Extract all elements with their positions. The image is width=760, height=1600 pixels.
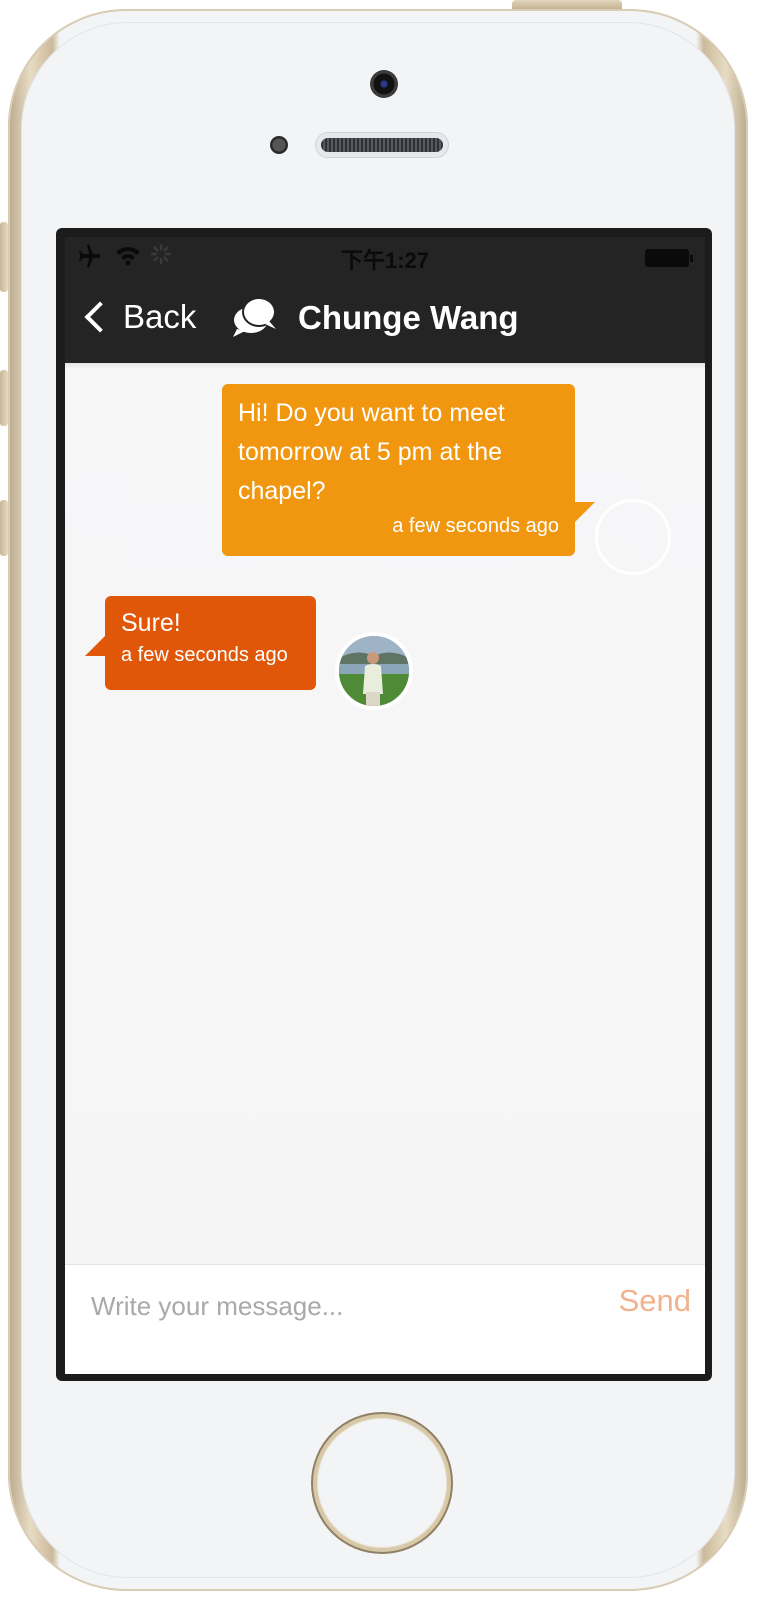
status-time: 下午1:27 bbox=[340, 248, 430, 273]
message-timestamp: a few seconds ago bbox=[392, 515, 559, 537]
message-text: Sure! bbox=[121, 609, 181, 637]
avatar-photo-icon bbox=[339, 636, 409, 706]
back-button[interactable]: Back bbox=[79, 293, 196, 341]
contact-avatar[interactable] bbox=[335, 632, 413, 710]
status-bar: 下午1:27 bbox=[65, 237, 705, 275]
message-text: Hi! Do you want to meet tomorrow at 5 pm… bbox=[238, 399, 505, 505]
incoming-message-bubble: Sure! a few seconds ago bbox=[85, 596, 316, 690]
volume-down-button bbox=[0, 500, 8, 556]
send-button[interactable]: Send bbox=[619, 1283, 691, 1319]
home-button[interactable] bbox=[317, 1418, 447, 1548]
screen-frame: 下午1:27 Back Chunge Wang Hi! Do you want … bbox=[56, 228, 712, 1381]
navigation-bar: Back Chunge Wang bbox=[65, 275, 705, 363]
chat-bubbles-icon bbox=[233, 297, 276, 337]
front-camera bbox=[370, 70, 398, 98]
message-timestamp: a few seconds ago bbox=[121, 644, 288, 666]
proximity-sensor bbox=[270, 136, 288, 154]
earpiece-speaker bbox=[316, 133, 448, 157]
sleep-button bbox=[512, 0, 622, 9]
volume-up-button bbox=[0, 370, 8, 426]
back-label: Back bbox=[123, 298, 197, 335]
sender-avatar[interactable] bbox=[595, 499, 671, 575]
chevron-left-icon bbox=[84, 301, 116, 333]
message-composer: Send bbox=[65, 1264, 705, 1374]
conversation-title: Chunge Wang bbox=[298, 299, 519, 336]
nav-shadow bbox=[65, 363, 705, 369]
battery-icon bbox=[645, 249, 693, 267]
screen: 下午1:27 Back Chunge Wang Hi! Do you want … bbox=[65, 237, 705, 1374]
message-input[interactable] bbox=[89, 1283, 563, 1329]
mute-switch bbox=[0, 222, 8, 292]
outgoing-message-bubble: Hi! Do you want to meet tomorrow at 5 pm… bbox=[222, 384, 595, 556]
